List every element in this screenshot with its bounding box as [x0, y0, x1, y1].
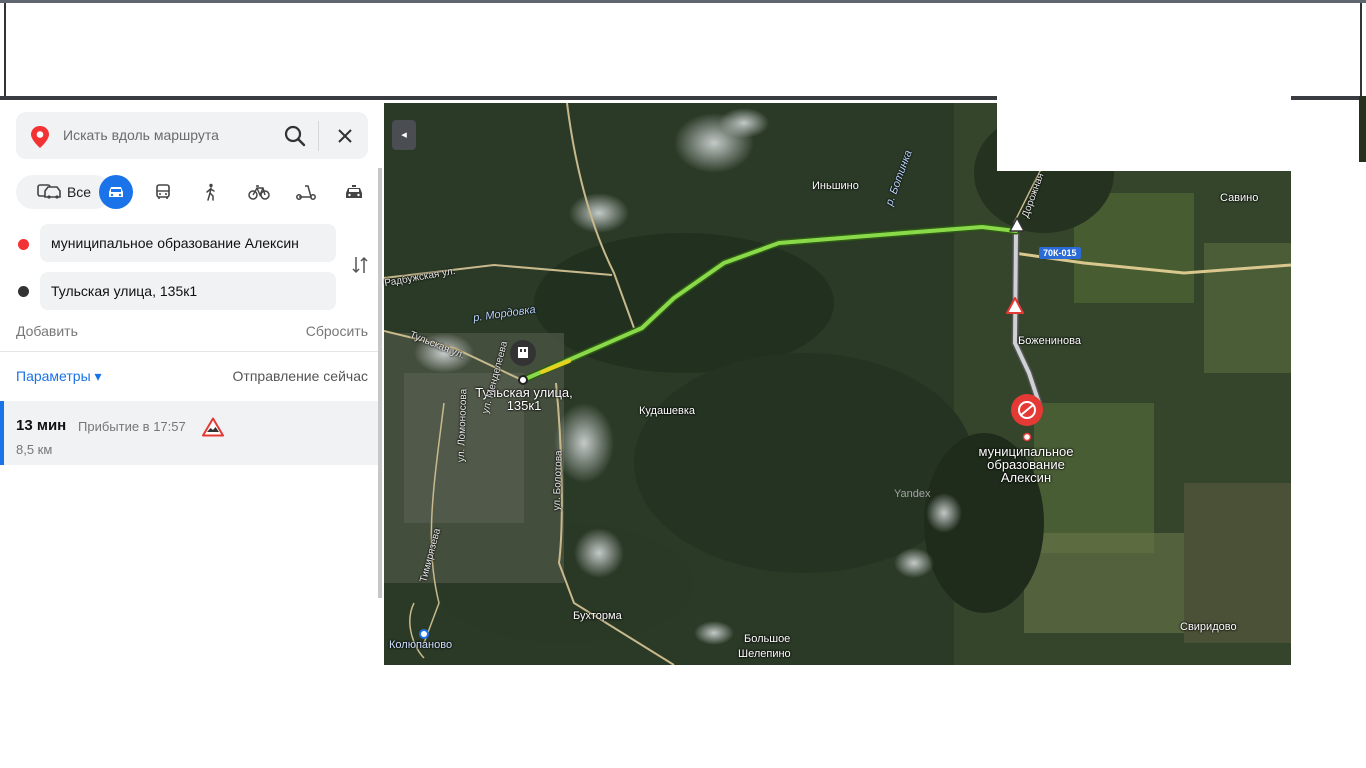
end-point-dot	[18, 286, 29, 297]
header-blank-area	[4, 3, 1362, 96]
place-label-kolyupanovo: Колюпаново	[389, 639, 453, 651]
place-label-inshino: Иньшино	[812, 180, 859, 192]
mode-bicycle-button[interactable]	[242, 175, 276, 209]
route-result-item[interactable]: 13 мин Прибытие в 17:57 8,5 км	[0, 401, 378, 465]
mode-taxi-button[interactable]	[337, 175, 371, 209]
bicycle-icon	[248, 185, 270, 200]
swap-route-icon[interactable]	[348, 253, 372, 277]
reset-route-button[interactable]: Сбросить	[306, 323, 368, 339]
end-location-text: муниципальное образование Алексин	[978, 444, 1074, 485]
taxi-icon	[346, 185, 362, 198]
route-from-field[interactable]: муниципальное образование Алексин	[40, 224, 336, 262]
departure-time-selector[interactable]: Отправление сейчас	[233, 368, 368, 384]
place-label-bozheninovo: Боженинова	[1018, 335, 1081, 347]
search-separator	[318, 121, 319, 151]
street-label-bolotova: ул. Болотова	[551, 450, 565, 511]
mode-all-label: Все	[66, 184, 92, 200]
map-edge-fragment	[1359, 96, 1366, 162]
bus-icon	[156, 184, 170, 199]
place-label-shelepino: Шелепино	[738, 648, 791, 660]
selected-route-indicator	[0, 401, 4, 465]
mode-scooter-button[interactable]	[289, 175, 323, 209]
start-point-dot	[18, 239, 29, 250]
route-duration: 13 мин	[16, 417, 67, 434]
search-icon[interactable]	[282, 123, 308, 149]
map-watermark: Yandex	[894, 488, 931, 500]
all-transport-icon	[37, 184, 61, 199]
route-parameters-dropdown[interactable]: Параметры ▾	[16, 368, 102, 385]
car-icon	[109, 187, 123, 197]
place-label-bukhtorma: Бухторма	[573, 610, 622, 622]
add-waypoint-button[interactable]: Добавить	[16, 323, 78, 339]
panel-scrollbar[interactable]	[378, 168, 382, 598]
map-pin-icon	[31, 126, 49, 148]
road-number-badge: 70К-015	[1039, 247, 1081, 259]
route-search-box[interactable]	[16, 112, 368, 159]
mode-bus-button[interactable]	[146, 175, 180, 209]
route-search-input[interactable]	[63, 124, 273, 146]
mode-car-button[interactable]	[99, 175, 133, 209]
panel-divider	[0, 351, 380, 352]
mode-walk-button[interactable]	[194, 175, 228, 209]
place-label-kudashevka: Кудашевка	[639, 405, 696, 417]
place-label-bolshoe: Большое	[744, 633, 791, 645]
route-panel: Все	[0, 103, 384, 768]
place-label-savino: Савино	[1220, 192, 1259, 204]
pedestrian-icon	[206, 183, 215, 201]
place-label-sviridovo: Свиридово	[1180, 621, 1237, 633]
route-distance: 8,5 км	[16, 442, 53, 457]
mode-all-button[interactable]: Все	[16, 175, 111, 209]
close-icon[interactable]	[332, 123, 358, 149]
collapse-panel-button[interactable]: ◂	[392, 120, 416, 150]
scooter-icon	[296, 185, 316, 200]
end-location-label: муниципальное образование Алексин	[966, 445, 1086, 484]
route-arrival-time: Прибытие в 17:57	[78, 419, 186, 434]
map-corner-overlay	[997, 96, 1291, 171]
route-to-field[interactable]: Тульская улица, 135к1	[40, 272, 336, 310]
road-hazard-warning-icon	[202, 417, 224, 437]
